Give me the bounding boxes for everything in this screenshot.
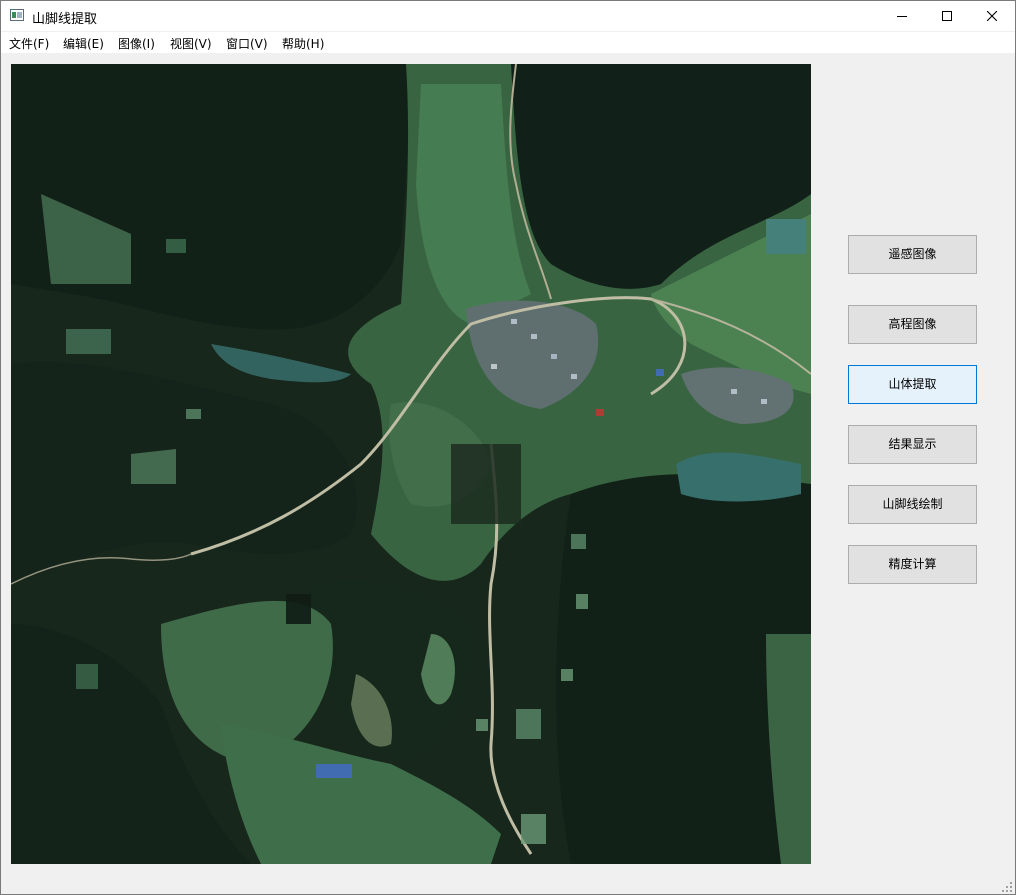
minimize-icon	[897, 16, 907, 17]
resize-grip-icon[interactable]	[1001, 881, 1013, 893]
foot-line-drawing-button[interactable]: 山脚线绘制	[848, 485, 977, 524]
maximize-icon	[942, 11, 952, 21]
result-display-button[interactable]: 结果显示	[848, 425, 977, 464]
app-icon	[10, 9, 24, 21]
accuracy-calculation-button[interactable]: 精度计算	[848, 545, 977, 584]
maximize-button[interactable]	[924, 1, 970, 31]
menu-edit[interactable]: 编辑(E)	[63, 35, 104, 52]
menu-view[interactable]: 视图(V)	[170, 35, 212, 52]
close-button[interactable]	[969, 1, 1015, 31]
menu-window[interactable]: 窗口(V)	[226, 35, 268, 52]
satellite-image	[11, 64, 811, 864]
app-window: 山脚线提取 文件(F) 编辑(E) 图像(I) 视图(V) 窗口(V) 帮助(H…	[0, 0, 1016, 895]
elevation-image-button[interactable]: 高程图像	[848, 305, 977, 344]
menu-file[interactable]: 文件(F)	[9, 35, 49, 52]
mountain-extraction-button[interactable]: 山体提取	[848, 365, 977, 404]
minimize-button[interactable]	[879, 1, 925, 31]
remote-sensing-image-button[interactable]: 遥感图像	[848, 235, 977, 274]
close-icon	[987, 11, 997, 21]
menu-bar: 文件(F) 编辑(E) 图像(I) 视图(V) 窗口(V) 帮助(H)	[1, 32, 1015, 53]
menu-help[interactable]: 帮助(H)	[282, 35, 324, 52]
title-bar[interactable]: 山脚线提取	[1, 1, 1015, 31]
window-title: 山脚线提取	[32, 12, 98, 27]
menu-image[interactable]: 图像(I)	[118, 35, 155, 52]
image-viewer[interactable]	[11, 64, 811, 864]
